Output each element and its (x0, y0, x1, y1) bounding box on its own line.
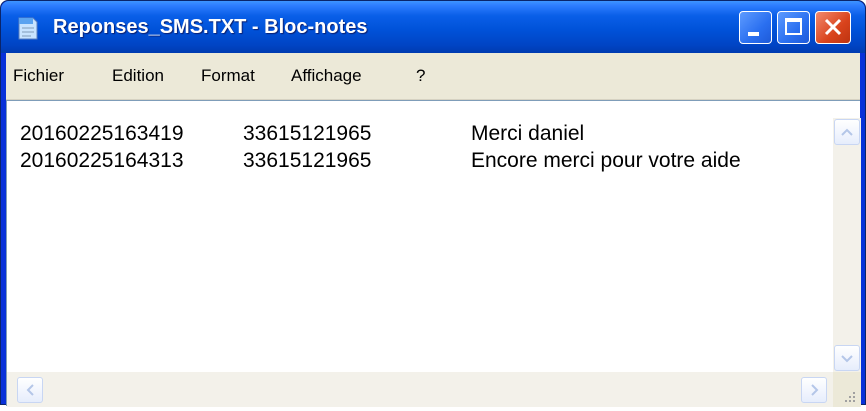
scroll-right-icon (811, 384, 819, 396)
line-timestamp: 20160225163419 (20, 122, 184, 145)
line-phone: 33615121965 (243, 122, 372, 145)
maximize-icon (785, 18, 802, 35)
close-icon (824, 18, 842, 36)
resize-grip-icon (845, 392, 855, 402)
close-button[interactable] (815, 11, 851, 44)
text-edit-area[interactable]: 20160225163419 33615121965 Merci daniel … (6, 100, 861, 407)
notepad-window: Reponses_SMS.TXT - Bloc-notes Fichier Ed… (0, 0, 866, 407)
line-timestamp: 20160225164313 (20, 149, 184, 172)
horizontal-scrollbar[interactable] (7, 372, 833, 407)
document-text[interactable]: 20160225163419 33615121965 Merci daniel … (20, 121, 828, 373)
scroll-down-button[interactable] (834, 345, 860, 371)
menu-format[interactable]: Format (201, 53, 255, 99)
menu-affichage[interactable]: Affichage (291, 53, 362, 99)
scroll-right-button[interactable] (801, 377, 827, 403)
menu-bar: Fichier Edition Format Affichage ? (6, 53, 860, 100)
minimize-icon (748, 32, 759, 36)
resize-grip[interactable] (833, 372, 861, 407)
menu-help[interactable]: ? (416, 53, 425, 99)
scroll-down-icon (841, 355, 853, 363)
menu-edition[interactable]: Edition (112, 53, 164, 99)
scroll-left-icon (26, 384, 34, 396)
scroll-up-button[interactable] (834, 119, 860, 145)
notepad-icon[interactable] (17, 15, 39, 41)
line-message: Merci daniel (471, 122, 585, 145)
scroll-left-button[interactable] (17, 377, 43, 403)
minimize-button[interactable] (739, 11, 772, 44)
vertical-scrollbar[interactable] (833, 118, 861, 372)
maximize-button[interactable] (777, 11, 810, 44)
line-message: Encore merci pour votre aide (471, 149, 741, 172)
title-bar[interactable]: Reponses_SMS.TXT - Bloc-notes (1, 1, 865, 53)
line-phone: 33615121965 (243, 149, 372, 172)
scroll-up-icon (841, 128, 853, 136)
window-title: Reponses_SMS.TXT - Bloc-notes (53, 16, 368, 38)
menu-fichier[interactable]: Fichier (13, 53, 64, 99)
